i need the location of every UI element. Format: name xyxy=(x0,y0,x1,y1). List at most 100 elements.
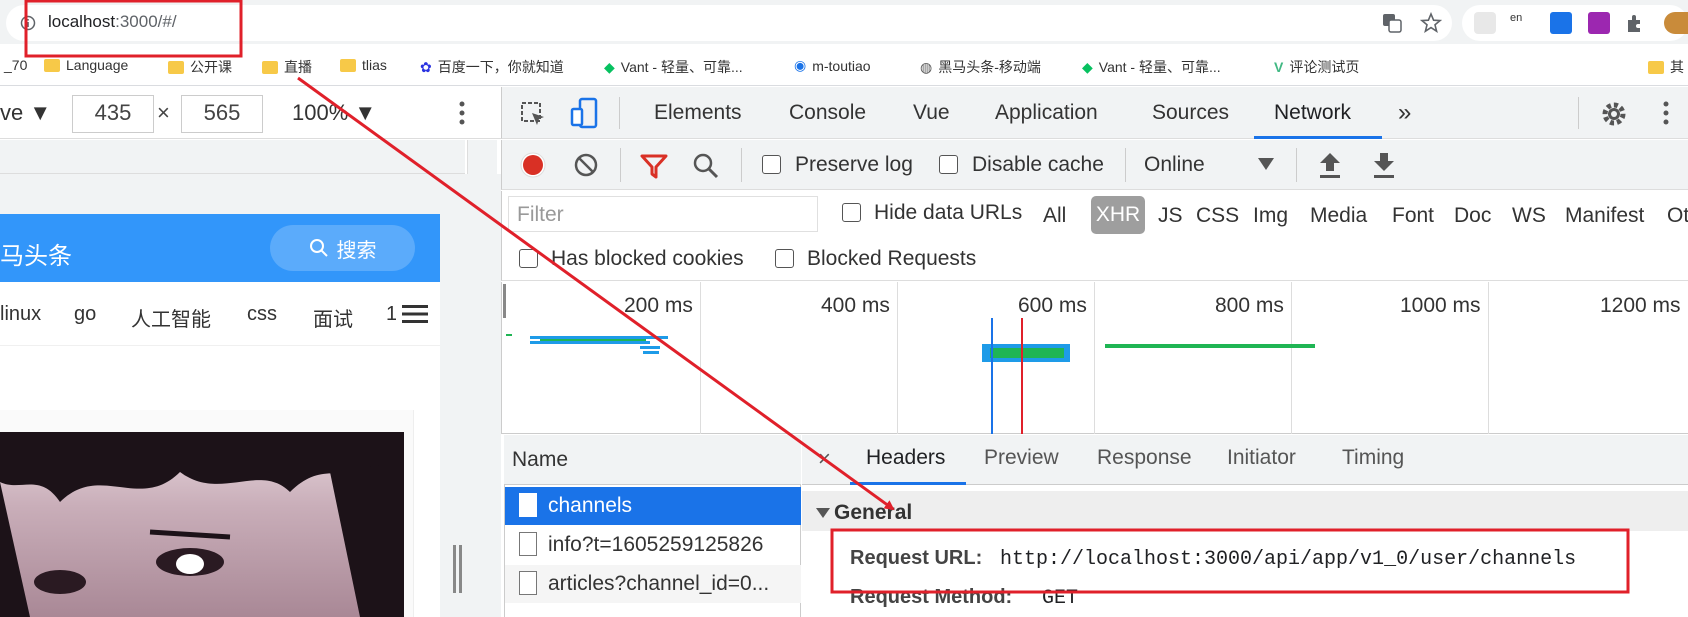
filter-icon[interactable] xyxy=(640,153,668,179)
type-filter-xhr[interactable]: XHR xyxy=(1091,196,1145,234)
tab-console[interactable]: Console xyxy=(789,101,866,125)
bookmark-item[interactable]: 其 xyxy=(1648,57,1684,77)
profile-avatar[interactable] xyxy=(1664,12,1688,34)
type-filter-media[interactable]: Media xyxy=(1310,204,1367,228)
bookmark-item[interactable]: V 评论测试页 xyxy=(1274,57,1359,77)
preserve-log-checkbox[interactable] xyxy=(762,155,781,174)
has-blocked-cookies-checkbox[interactable] xyxy=(519,249,538,268)
en-extension-icon[interactable]: en xyxy=(1510,12,1532,34)
upload-icon[interactable] xyxy=(1318,151,1342,179)
close-detail-button[interactable]: × xyxy=(818,446,831,472)
request-row[interactable]: info?t=1605259125826 xyxy=(505,526,801,564)
tab-headers[interactable]: Headers xyxy=(866,446,945,470)
hide-data-urls-checkbox[interactable] xyxy=(842,203,861,222)
resize-handle[interactable] xyxy=(452,545,464,593)
bookmark-item[interactable]: _70 xyxy=(4,57,27,73)
bookmark-item[interactable]: tlias xyxy=(340,57,387,73)
bookmark-label: tlias xyxy=(362,57,387,73)
overview-tick-label: 1200 ms xyxy=(1600,294,1681,317)
device-select[interactable]: ve ▼ xyxy=(0,100,51,126)
extension-icon[interactable] xyxy=(1474,12,1496,34)
bookmark-item[interactable]: ◆ Vant - 轻量、可靠... xyxy=(604,57,743,77)
request-method-value[interactable]: GET xyxy=(1042,587,1078,610)
bookmark-item[interactable]: 直播 xyxy=(262,57,312,77)
folder-icon xyxy=(340,58,356,72)
request-row[interactable]: articles?channel_id=0... xyxy=(505,565,801,603)
channel-tab[interactable]: 1 xyxy=(386,303,396,326)
url-text[interactable]: localhost:3000/#/ xyxy=(48,12,177,32)
height-input[interactable]: 565 xyxy=(181,95,263,133)
overview-handle[interactable] xyxy=(503,284,506,318)
record-icon[interactable] xyxy=(519,151,547,179)
type-filter-all[interactable]: All xyxy=(1043,204,1066,228)
type-filter-font[interactable]: Font xyxy=(1392,204,1434,228)
tab-vue[interactable]: Vue xyxy=(913,101,950,125)
tab-preview[interactable]: Preview xyxy=(984,446,1059,470)
divider xyxy=(619,97,620,129)
tab-application[interactable]: Application xyxy=(995,101,1098,125)
divider xyxy=(1578,97,1579,129)
clear-icon[interactable] xyxy=(573,152,599,178)
more-options-icon[interactable] xyxy=(458,100,466,126)
channel-tab[interactable]: go xyxy=(74,303,96,326)
type-filter-ws[interactable]: WS xyxy=(1512,204,1546,228)
preserve-log-label: Preserve log xyxy=(795,153,913,176)
width-input[interactable]: 435 xyxy=(72,95,154,133)
name-column-header[interactable]: Name xyxy=(512,448,568,472)
channel-tab[interactable]: linux xyxy=(0,303,41,326)
info-icon[interactable] xyxy=(20,15,36,31)
channel-tab[interactable]: 人工智能 xyxy=(131,303,211,332)
translate-icon[interactable] xyxy=(1382,13,1402,33)
search-icon[interactable] xyxy=(692,152,720,180)
divider xyxy=(620,148,621,182)
bookmark-item[interactable]: ◉ m-toutiao xyxy=(794,57,871,74)
folder-icon xyxy=(262,60,278,74)
menu-icon[interactable] xyxy=(402,304,428,324)
download-extension-icon[interactable] xyxy=(1550,12,1572,34)
overview-bar xyxy=(506,334,512,336)
type-filter-other[interactable]: Ot xyxy=(1667,204,1688,228)
overview-tick-label: 1000 ms xyxy=(1400,294,1481,317)
omnibox[interactable] xyxy=(6,5,1452,41)
request-row-selected[interactable]: channels xyxy=(505,487,801,525)
throttle-select[interactable]: Online xyxy=(1144,153,1205,177)
blocked-requests-checkbox[interactable] xyxy=(775,249,794,268)
tab-sources[interactable]: Sources xyxy=(1152,101,1229,125)
bookmark-item[interactable]: ◆ Vant - 轻量、可靠... xyxy=(1082,57,1221,77)
gear-icon[interactable] xyxy=(1600,100,1628,128)
channel-tab[interactable]: css xyxy=(247,303,277,326)
bookmark-item[interactable]: Language xyxy=(44,57,128,73)
bookmark-item[interactable]: ✿ 百度一下，你就知道 xyxy=(420,57,564,77)
article-cover-image[interactable] xyxy=(0,432,404,617)
type-filter-css[interactable]: CSS xyxy=(1196,204,1239,228)
filter-input[interactable]: Filter xyxy=(508,196,818,232)
tab-network[interactable]: Network xyxy=(1274,101,1351,125)
bookmark-item[interactable]: 公开课 xyxy=(168,57,232,77)
general-section-header[interactable] xyxy=(802,491,1688,531)
device-toolbar-icon[interactable] xyxy=(570,97,598,129)
type-filter-doc[interactable]: Doc xyxy=(1454,204,1491,228)
request-url-value[interactable]: http://localhost:3000/api/app/v1_0/user/… xyxy=(1000,548,1576,571)
bookmark-item[interactable]: ◍ 黑马头条-移动端 xyxy=(920,57,1041,77)
tab-initiator[interactable]: Initiator xyxy=(1227,446,1296,470)
puzzle-icon[interactable] xyxy=(1624,12,1646,34)
general-section-title: General xyxy=(834,501,913,524)
download-icon[interactable] xyxy=(1372,151,1396,179)
vant-icon: ◆ xyxy=(1082,58,1093,75)
channel-tab[interactable]: 面试 xyxy=(313,303,353,332)
disable-cache-checkbox[interactable] xyxy=(939,155,958,174)
tab-elements[interactable]: Elements xyxy=(654,101,742,125)
search-button[interactable]: 搜索 xyxy=(270,225,415,271)
type-filter-js[interactable]: JS xyxy=(1158,204,1183,228)
zoom-select[interactable]: 100% ▼ xyxy=(292,100,376,126)
tab-response[interactable]: Response xyxy=(1097,446,1192,470)
inspect-element-icon[interactable] xyxy=(520,101,546,127)
chevron-down-icon[interactable] xyxy=(1258,158,1274,170)
tab-timing[interactable]: Timing xyxy=(1342,446,1404,470)
devtools-menu-icon[interactable] xyxy=(1662,100,1670,126)
bookmark-star-icon[interactable] xyxy=(1420,12,1442,34)
rp-extension-icon[interactable] xyxy=(1588,12,1610,34)
type-filter-manifest[interactable]: Manifest xyxy=(1565,204,1644,228)
type-filter-img[interactable]: Img xyxy=(1253,204,1288,228)
more-tabs-button[interactable]: » xyxy=(1398,99,1411,127)
